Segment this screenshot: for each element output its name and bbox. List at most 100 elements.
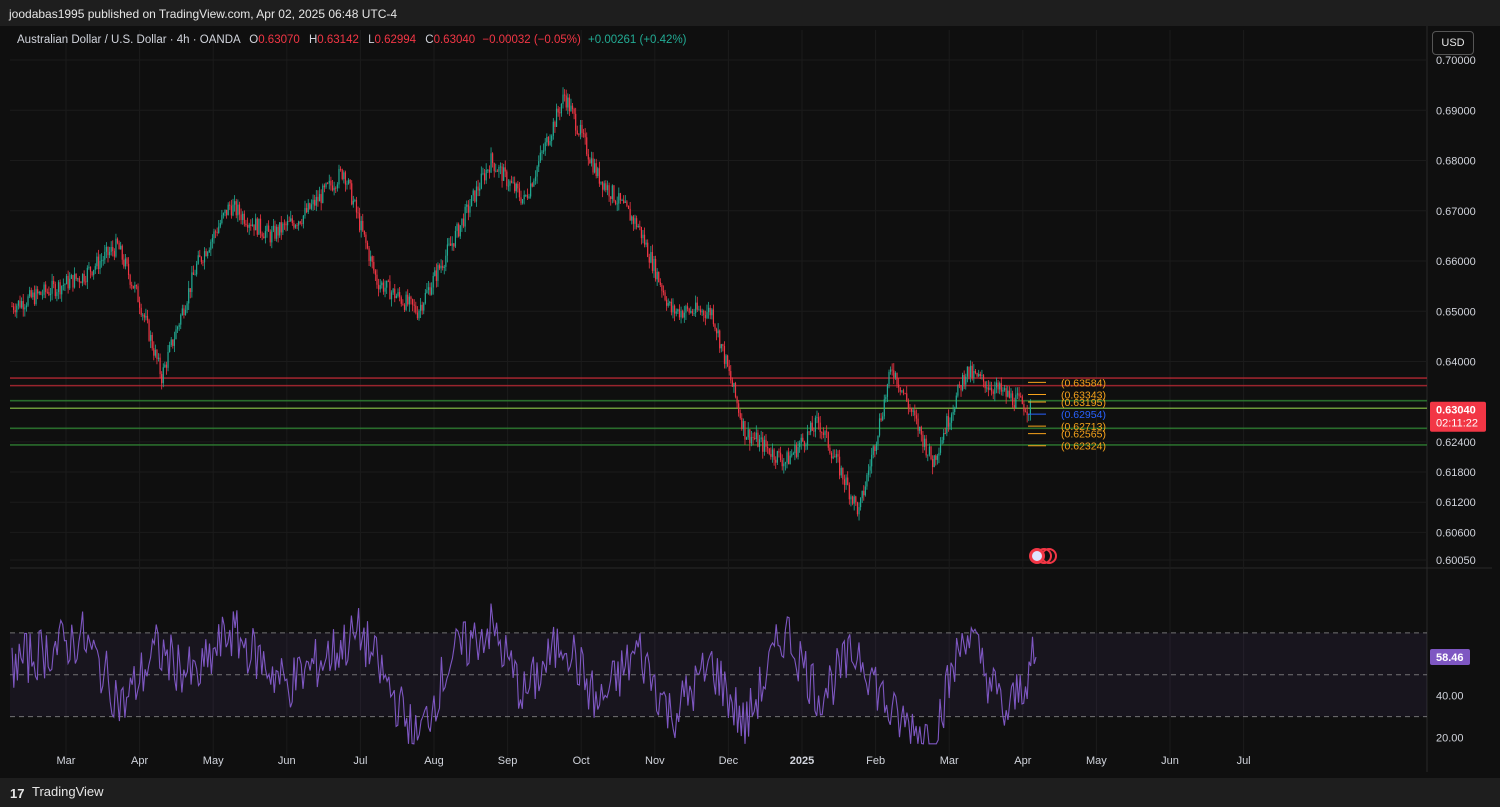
chart-canvas[interactable]: (0.63584)(0.63343)(0.63195)(0.62954)(0.6… [0, 0, 1500, 807]
candle-body [466, 204, 468, 207]
candle-body [639, 226, 641, 227]
candle-body [974, 370, 977, 373]
candle-body [88, 266, 90, 268]
candle-body [888, 371, 890, 385]
candle-body [53, 280, 55, 285]
candle-body [40, 291, 42, 295]
currency-button[interactable]: USD [1432, 31, 1474, 55]
candle-body [757, 432, 759, 447]
candle-body [562, 94, 564, 104]
candle-body [971, 365, 973, 378]
candle-body [94, 266, 96, 270]
candle-body [659, 282, 661, 285]
candle-body [429, 287, 431, 295]
candle-body [304, 207, 306, 216]
candle-body [211, 238, 214, 242]
candle-body [1020, 396, 1022, 398]
candle-body [970, 365, 972, 378]
candle-body [14, 310, 16, 313]
candle-body [148, 320, 150, 341]
candle-body [370, 256, 372, 262]
candle-body [698, 309, 700, 311]
rsi-tick-label: 40.00 [1436, 691, 1464, 703]
candle-body [51, 280, 53, 294]
candle-body [449, 243, 452, 246]
candle-body [105, 246, 107, 252]
candle-body [504, 167, 506, 172]
candle-body [531, 183, 533, 187]
candle-body [835, 454, 837, 458]
candle-body [514, 182, 516, 192]
time-tick-label: Jul [353, 755, 367, 767]
candle-body [822, 432, 825, 435]
candle-body [123, 259, 125, 267]
candle-body [362, 220, 364, 231]
candle-body [872, 446, 874, 455]
candle-body [327, 183, 329, 184]
candle-body [397, 292, 399, 296]
candle-body [445, 255, 447, 267]
candle-body [754, 437, 756, 439]
candle-body [139, 302, 141, 308]
price-pane [10, 30, 1427, 570]
candle-body [643, 234, 646, 245]
candle-body [814, 417, 817, 432]
candle-body [101, 260, 103, 262]
time-tick-label: Jun [1161, 755, 1179, 767]
candle-body [343, 172, 345, 179]
candle-body [734, 382, 737, 397]
candle-body [586, 137, 588, 155]
price-tick-label: 0.64000 [1436, 357, 1476, 369]
candle-body [458, 224, 460, 237]
candle-body [387, 280, 389, 282]
candle-body [770, 454, 772, 457]
candle-body [255, 218, 257, 231]
candle-body [176, 326, 179, 330]
candle-body [438, 265, 441, 269]
candle-body [191, 272, 193, 292]
candle-body [288, 220, 290, 222]
candle-body [763, 439, 765, 452]
candle-body [59, 282, 61, 295]
candle-body [208, 249, 210, 253]
candle-body [150, 334, 152, 341]
candle-body [61, 286, 63, 295]
candle-body [512, 182, 514, 184]
candle-body [151, 334, 153, 349]
candle-body [606, 185, 609, 191]
candle-body [474, 190, 476, 202]
candle-body [521, 199, 524, 204]
candle-body [498, 166, 500, 172]
candle-body [597, 168, 599, 176]
candle-body [602, 181, 604, 190]
candle-body [189, 288, 191, 292]
candle-body [528, 196, 530, 198]
candle-body [802, 437, 804, 442]
candle-body [365, 234, 367, 243]
candle-body [826, 431, 828, 433]
candle-body [829, 447, 831, 454]
candle-body [686, 306, 689, 309]
candle-body [347, 179, 350, 184]
candle-body [893, 370, 895, 378]
candle-body [258, 218, 260, 235]
candle-body [656, 271, 658, 280]
candle-body [579, 124, 582, 135]
candle-body [194, 274, 196, 276]
candle-body [618, 193, 620, 204]
candle-body [680, 310, 682, 318]
candle-body [188, 288, 190, 304]
candle-body [472, 190, 474, 196]
candle-body [960, 385, 962, 391]
candle-body [860, 498, 862, 508]
candle-body [291, 218, 293, 224]
candle-body [506, 171, 508, 186]
candle-body [510, 181, 513, 183]
candle-body [957, 384, 959, 396]
rsi-tick-label: 20.00 [1436, 733, 1464, 745]
candle-body [309, 203, 311, 209]
candle-body [1016, 393, 1019, 395]
open-label: O [249, 34, 259, 46]
us-flag-icon[interactable] [1029, 548, 1057, 564]
candle-body [816, 417, 818, 419]
